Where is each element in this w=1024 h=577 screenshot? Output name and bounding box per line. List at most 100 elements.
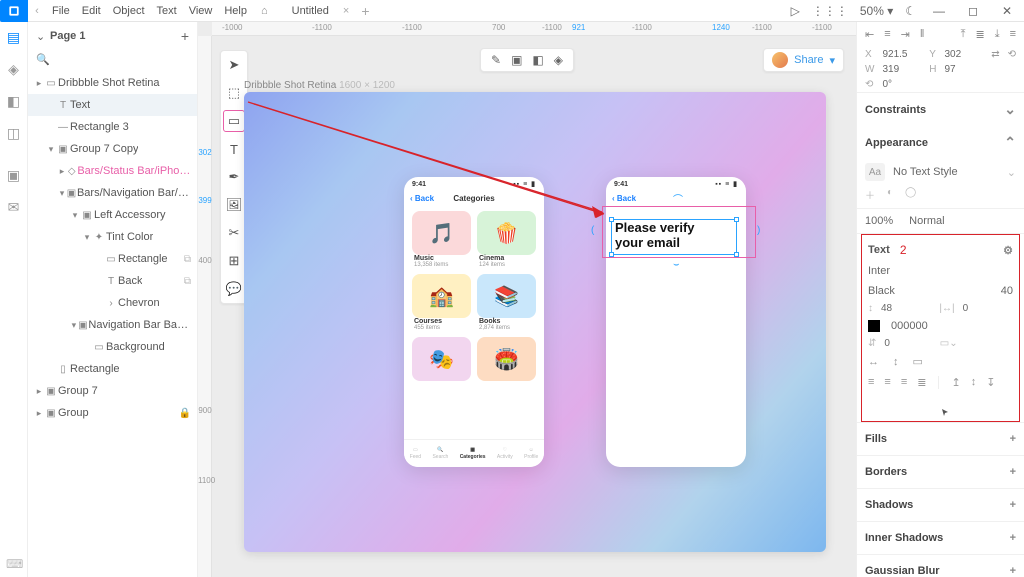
canvas[interactable]: -1000 -1100 -1100 700 -1100 921 -1100 12… bbox=[198, 22, 856, 577]
text-style-dropdown-icon[interactable]: ⌄ bbox=[1007, 166, 1016, 179]
text-valign-bottom-icon[interactable]: ↧ bbox=[986, 376, 995, 389]
tool-rectangle-icon[interactable]: ▭ bbox=[224, 111, 244, 131]
layer-search-input[interactable] bbox=[54, 53, 196, 65]
share-button[interactable]: Share ▾ bbox=[763, 48, 844, 72]
artboard[interactable]: 9:41▪▪ ≡ ▮ ‹ BackCategories 🎵Music13,358… bbox=[244, 92, 826, 552]
gaussian-header[interactable]: Gaussian Blur bbox=[865, 565, 940, 577]
menu-edit[interactable]: Edit bbox=[76, 5, 107, 17]
size-w[interactable]: 319 bbox=[882, 64, 921, 75]
tool-slice-icon[interactable]: ✂ bbox=[224, 223, 244, 243]
add-style-icon[interactable]: ＋ bbox=[865, 187, 875, 202]
tool-pen-icon[interactable]: ✒ bbox=[224, 167, 244, 187]
layer-group[interactable]: ▸▣Group🔒 bbox=[28, 402, 197, 424]
layer-tint-color[interactable]: ▾✦Tint Color bbox=[28, 226, 197, 248]
letter-spacing[interactable]: 0 bbox=[963, 303, 1013, 314]
layer-statusbar[interactable]: ▸◇Bars/Status Bar/iPhone/Light bbox=[28, 160, 197, 182]
fills-header[interactable]: Fills bbox=[865, 433, 887, 445]
text-align-left-icon[interactable]: ≡ bbox=[868, 376, 874, 389]
layer-group7copy[interactable]: ▾▣Group 7 Copy bbox=[28, 138, 197, 160]
text-align-justify-icon[interactable]: ≣ bbox=[917, 376, 926, 389]
font-weight[interactable]: Black bbox=[868, 285, 895, 297]
borders-header[interactable]: Borders bbox=[865, 466, 907, 478]
blend-mode[interactable]: Normal bbox=[909, 215, 944, 227]
pos-x[interactable]: 921.5 bbox=[882, 49, 921, 60]
reset-style-icon[interactable]: ◯ bbox=[905, 187, 916, 202]
size-h[interactable]: 97 bbox=[944, 64, 983, 75]
rail-assets-icon[interactable]: ◧ bbox=[5, 92, 23, 110]
pos-y[interactable]: 302 bbox=[944, 49, 983, 60]
inner-shadows-header[interactable]: Inner Shadows bbox=[865, 532, 943, 544]
tool-frame-icon[interactable]: ⬚ bbox=[224, 83, 244, 103]
tool-move-icon[interactable]: ➤ bbox=[224, 55, 244, 75]
constraints-header[interactable]: Constraints bbox=[865, 104, 926, 116]
appearance-collapse-icon[interactable]: ⌃ bbox=[1004, 134, 1016, 151]
verify-email-text[interactable]: Please verifyyour email bbox=[615, 221, 695, 251]
distribute-h-icon[interactable]: ‖ bbox=[920, 28, 925, 41]
font-family[interactable]: Inter bbox=[862, 261, 1019, 281]
align-left-icon[interactable]: ⇤ bbox=[865, 28, 874, 41]
align-bottom-icon[interactable]: ⤓ bbox=[995, 28, 1000, 41]
add-blur-icon[interactable]: + bbox=[1010, 565, 1016, 577]
constraints-expand-icon[interactable]: ⌄ bbox=[1004, 101, 1016, 118]
text-align-center-icon[interactable]: ≡ bbox=[884, 376, 890, 389]
window-min-icon[interactable]: — bbox=[928, 4, 950, 18]
align-right-icon[interactable]: ⇥ bbox=[901, 28, 910, 41]
pages-toggle-icon[interactable]: ⌄ bbox=[36, 30, 46, 43]
add-fill-icon[interactable]: + bbox=[1010, 433, 1016, 445]
layer-background[interactable]: ▭Background bbox=[28, 336, 197, 358]
layer-left-accessory[interactable]: ▾▣Left Accessory bbox=[28, 204, 197, 226]
layer-rectangle3[interactable]: —Rectangle 3 bbox=[28, 116, 197, 138]
layer-navbar[interactable]: ▾▣Bars/Navigation Bar/iPhone... bbox=[28, 182, 197, 204]
line-height[interactable]: 48 bbox=[881, 303, 931, 314]
tool-image-icon[interactable]: 🖼 bbox=[224, 195, 244, 215]
app-logo[interactable] bbox=[0, 0, 28, 22]
text-style-picker[interactable]: No Text Style bbox=[893, 166, 958, 178]
fixed-size-icon[interactable]: ▭ bbox=[913, 355, 923, 368]
appearance-header[interactable]: Appearance bbox=[865, 137, 928, 149]
tool-text-icon[interactable]: T bbox=[224, 139, 244, 159]
window-max-icon[interactable]: ◻ bbox=[962, 4, 984, 18]
window-close-icon[interactable]: ✕ bbox=[996, 4, 1018, 18]
menu-file[interactable]: File bbox=[46, 5, 76, 17]
layer-rectangle-b[interactable]: ▯Rectangle bbox=[28, 358, 197, 380]
tool-grid-icon[interactable]: ⊞ bbox=[224, 251, 244, 271]
rail-styles-icon[interactable]: ◫ bbox=[5, 124, 23, 142]
text-selection[interactable]: ⌒ ⌣ ( ) Please verifyyour email bbox=[602, 206, 756, 258]
zoom-level[interactable]: 50% ▾ bbox=[860, 4, 893, 18]
rotation[interactable]: 0° bbox=[882, 79, 921, 90]
tab-add-icon[interactable]: + bbox=[357, 3, 373, 19]
text-color-hex[interactable]: 000000 bbox=[891, 320, 928, 332]
swap-xy-icon[interactable]: ⇄ bbox=[991, 49, 999, 60]
add-inner-shadow-icon[interactable]: + bbox=[1010, 532, 1016, 544]
layer-artboard[interactable]: ▸▭Dribbble Shot Retina bbox=[28, 72, 197, 94]
rail-components-icon[interactable]: ◈ bbox=[5, 60, 23, 78]
floatbar-pencil-icon[interactable]: ✎ bbox=[491, 53, 501, 67]
auto-width-icon[interactable]: ↔ bbox=[868, 356, 879, 368]
add-shadow-icon[interactable]: + bbox=[1010, 499, 1016, 511]
reset-pos-icon[interactable]: ⟲ bbox=[1008, 49, 1016, 60]
layer-chevron[interactable]: ›Chevron bbox=[28, 292, 197, 314]
text-options-icon[interactable]: ⚙ bbox=[1003, 244, 1013, 257]
rail-layers-icon[interactable]: ▤ bbox=[5, 28, 23, 46]
shadows-header[interactable]: Shadows bbox=[865, 499, 913, 511]
layer-rectangle-a[interactable]: ▭Rectangle⧉ bbox=[28, 248, 197, 270]
add-page-icon[interactable]: + bbox=[181, 28, 189, 44]
nav-back-icon[interactable]: ‹ bbox=[28, 5, 46, 17]
layer-text[interactable]: TText bbox=[28, 94, 197, 116]
document-tab[interactable]: Untitled bbox=[288, 3, 333, 19]
text-valign-middle-icon[interactable]: ↕ bbox=[971, 376, 977, 389]
grid-toggle-icon[interactable]: ⋮⋮⋮ bbox=[812, 4, 848, 18]
menu-view[interactable]: View bbox=[183, 5, 219, 17]
align-top-icon[interactable]: ⤒ bbox=[961, 28, 966, 41]
layer-back-text[interactable]: TBack⧉ bbox=[28, 270, 197, 292]
menu-text[interactable]: Text bbox=[151, 5, 183, 17]
opacity-value[interactable]: 100% bbox=[865, 215, 893, 227]
sync-style-icon[interactable]: ◐ bbox=[887, 187, 893, 202]
font-size[interactable]: 40 bbox=[1001, 285, 1013, 297]
keyboard-icon[interactable]: ⌨ bbox=[6, 557, 23, 571]
rail-chat-icon[interactable]: ✉ bbox=[5, 198, 23, 216]
home-icon[interactable]: ⌂ bbox=[261, 5, 268, 17]
artboard-label[interactable]: Dribbble Shot Retina 1600 × 1200 bbox=[244, 80, 395, 91]
tab-close-icon[interactable]: × bbox=[343, 5, 349, 17]
rail-image-icon[interactable]: ▣ bbox=[5, 166, 23, 184]
